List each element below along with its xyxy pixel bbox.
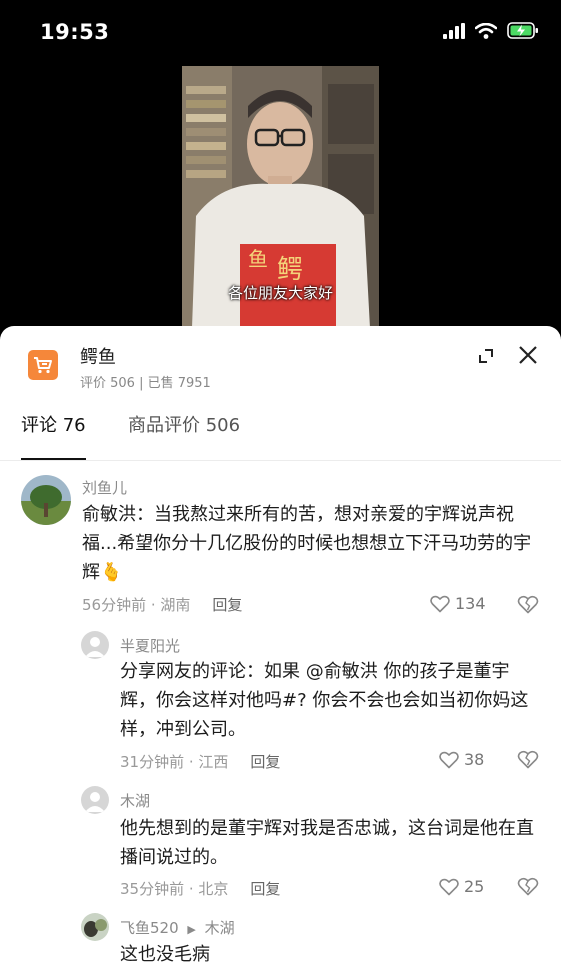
comment-username[interactable]: 半夏阳光 (120, 635, 180, 656)
status-time: 19:53 (40, 20, 110, 44)
expand-icon[interactable] (475, 345, 497, 367)
avatar[interactable] (81, 786, 109, 814)
comment-username[interactable]: 刘鱼儿 (82, 477, 127, 498)
video-subtitle: 各位朋友大家好 (227, 284, 333, 302)
tab-product-reviews[interactable]: 商品评价 506 (128, 412, 240, 460)
avatar[interactable] (81, 631, 109, 659)
comment-text: 这也没毛病 (120, 944, 210, 965)
heart-icon (439, 878, 459, 895)
battery-charging-icon (507, 22, 538, 39)
product-meta: 评价 506 | 已售 7951 (80, 376, 211, 391)
product-title[interactable]: 鳄鱼 (80, 343, 116, 369)
shopping-cart-icon[interactable] (28, 350, 58, 380)
comment-time-location: 35分钟前 · 北京 (120, 880, 229, 898)
comment-meta: 35分钟前 · 北京 回复 (120, 878, 280, 899)
finger-heart-emoji-icon: 🫰 (100, 562, 123, 583)
comment-username: 飞鱼520 ▶ 木湖 (120, 917, 235, 938)
comment-time-location: 31分钟前 · 江西 (120, 753, 229, 771)
wifi-icon (475, 22, 497, 39)
reply-button[interactable]: 回复 (250, 880, 280, 898)
tab-bar: 评论 76 商品评价 506 (0, 412, 561, 461)
avatar[interactable] (81, 913, 109, 941)
broken-heart-icon[interactable] (517, 595, 539, 614)
broken-heart-icon[interactable] (517, 750, 539, 769)
svg-text:鱼: 鱼 (248, 247, 268, 271)
close-icon[interactable] (517, 344, 539, 366)
reply-author[interactable]: 飞鱼520 (120, 919, 179, 937)
comment-meta: 56分钟前 · 湖南 回复 (82, 594, 242, 615)
status-bar: 19:53 (0, 0, 561, 66)
reply-target[interactable]: 木湖 (205, 919, 235, 937)
video-preview[interactable]: 鳄 鱼 各位朋友大家好 (182, 66, 379, 328)
comment-time-location: 56分钟前 · 湖南 (82, 596, 191, 614)
reply-arrow-icon: ▶ (187, 923, 196, 936)
heart-icon (439, 751, 459, 768)
comment-text: 分享网友的评论：如果 @俞敏洪 你的孩子是董宇辉，你会这样对他吗#? 你会不会也… (120, 661, 529, 740)
comments-panel: 鳄鱼 评价 506 | 已售 7951 评论 76 商品评价 506 刘鱼儿 俞… (0, 326, 561, 972)
avatar[interactable] (21, 475, 71, 525)
like-button[interactable]: 25 (439, 877, 484, 896)
cellular-signal-icon (443, 22, 465, 39)
comment-text: 俞敏洪：当我熬过来所有的苦，想对亲爱的宇辉说声祝福...希望你分十几亿股份的时候… (82, 500, 537, 587)
svg-text:鳄: 鳄 (277, 255, 303, 285)
comment-meta: 31分钟前 · 江西 回复 (120, 751, 280, 772)
like-button[interactable]: 134 (430, 594, 486, 613)
heart-icon (430, 595, 450, 612)
comment-text-body: 俞敏洪：当我熬过来所有的苦，想对亲爱的宇辉说声祝福...希望你分十几亿股份的时候… (82, 504, 532, 583)
comment-username[interactable]: 木湖 (120, 790, 150, 811)
reply-button[interactable]: 回复 (250, 753, 280, 771)
reply-button[interactable]: 回复 (212, 596, 242, 614)
like-count: 38 (464, 750, 485, 769)
like-count: 25 (464, 877, 485, 896)
like-button[interactable]: 38 (439, 750, 484, 769)
broken-heart-icon[interactable] (517, 877, 539, 896)
like-count: 134 (455, 594, 486, 613)
comment-text: 他先想到的是董宇辉对我是否忠诚，这台词是他在直播间说过的。 (120, 818, 534, 868)
tab-comments[interactable]: 评论 76 (21, 412, 86, 460)
status-icons (443, 22, 539, 39)
